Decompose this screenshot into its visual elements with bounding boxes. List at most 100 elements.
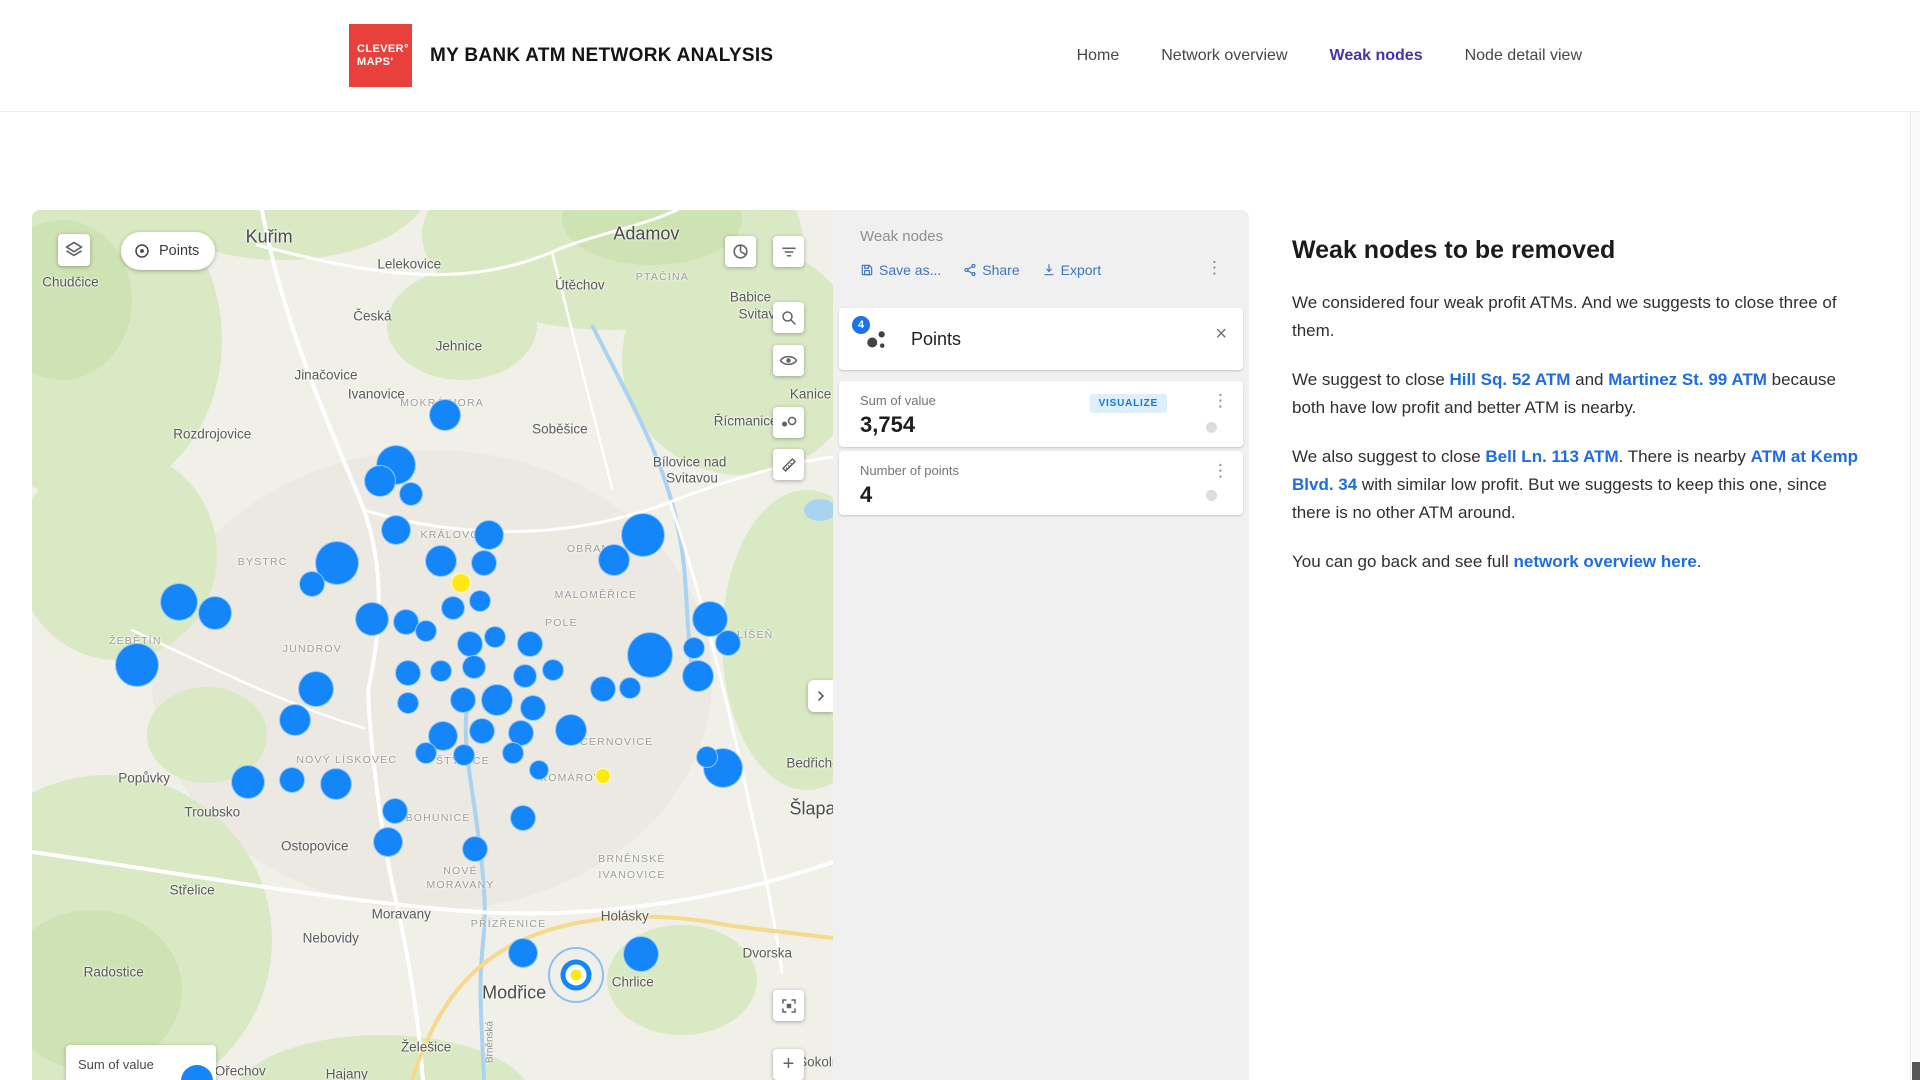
map-place-label: Adamov: [613, 224, 679, 245]
atm-bubble[interactable]: [430, 660, 452, 682]
atm-bubble[interactable]: [462, 836, 488, 862]
map-place-label: Troubsko: [184, 805, 240, 820]
atm-bubble[interactable]: [619, 677, 641, 699]
atm-bubble-weak[interactable]: [595, 768, 611, 784]
atm-bubble[interactable]: [590, 676, 616, 702]
metric-label: Sum of value: [860, 393, 1243, 408]
atm-bubble[interactable]: [621, 513, 665, 557]
atm-bubble[interactable]: [198, 596, 232, 630]
count-toggle-dot[interactable]: [1206, 490, 1217, 501]
page-scrollbar[interactable]: [1910, 112, 1920, 1080]
points-card-title: Points: [911, 308, 961, 370]
visibility-button[interactable]: [773, 345, 804, 376]
atm-bubble[interactable]: [364, 465, 396, 497]
zoom-in-button[interactable]: +: [773, 1049, 804, 1080]
atm-bubble[interactable]: [520, 695, 546, 721]
panel-menu-button[interactable]: ⋮: [1206, 260, 1223, 277]
atm-bubble[interactable]: [469, 590, 491, 612]
atm-bubble[interactable]: [415, 742, 437, 764]
atm-bubble[interactable]: [415, 620, 437, 642]
atm-bubble[interactable]: [471, 550, 497, 576]
atm-bubble[interactable]: [598, 544, 630, 576]
atm-bubble[interactable]: [529, 760, 549, 780]
map-place-label: Babice: [730, 290, 771, 305]
clevermaps-logo[interactable]: CLEVER° MAPS': [349, 24, 412, 87]
atm-bubble[interactable]: [696, 746, 718, 768]
atm-bubble[interactable]: [517, 631, 543, 657]
atm-bubble[interactable]: [555, 714, 587, 746]
share-icon: [963, 263, 977, 277]
atm-bubble[interactable]: [481, 684, 513, 716]
atm-bubble[interactable]: [373, 827, 403, 857]
article-text: with similar low profit. But we suggests…: [1292, 475, 1827, 522]
atm-bubble[interactable]: [355, 602, 389, 636]
share-button[interactable]: Share: [963, 262, 1019, 278]
atm-bubble[interactable]: [320, 768, 352, 800]
atm-bubble[interactable]: [450, 687, 476, 713]
kebab-icon: ⋮: [1206, 258, 1223, 278]
map-place-label: POLE: [545, 617, 578, 629]
atm-bubble[interactable]: [298, 671, 334, 707]
save-as-button[interactable]: Save as...: [860, 262, 941, 278]
atm-bubble[interactable]: [279, 704, 311, 736]
atm-bubble[interactable]: [399, 482, 423, 506]
atm-bubble[interactable]: [627, 632, 673, 678]
inline-link[interactable]: network overview here: [1513, 552, 1696, 571]
atm-bubble[interactable]: [115, 643, 159, 687]
atm-bubble[interactable]: [502, 742, 524, 764]
map-canvas[interactable]: KuřimAdamovModřiceŠlapaniceChudčiceLelek…: [32, 210, 833, 1080]
scrollbar-thumb[interactable]: [1912, 1062, 1920, 1080]
nav-item-weak-nodes[interactable]: Weak nodes: [1330, 47, 1423, 65]
inline-link[interactable]: Bell Ln. 113 ATM: [1485, 447, 1618, 466]
layers-button[interactable]: [58, 234, 90, 266]
inline-link[interactable]: Hill Sq. 52 ATM: [1450, 370, 1571, 389]
atm-bubble[interactable]: [457, 631, 483, 657]
close-points-card-button[interactable]: ×: [1215, 324, 1227, 344]
atm-bubble[interactable]: [441, 596, 465, 620]
atm-bubble[interactable]: [231, 765, 265, 799]
search-button[interactable]: [773, 302, 804, 333]
expand-panel-button[interactable]: [808, 680, 833, 712]
atm-bubble[interactable]: [682, 660, 714, 692]
atm-bubble[interactable]: [623, 936, 659, 972]
article-text: You can go back and see full: [1292, 552, 1513, 571]
atm-bubble[interactable]: [508, 938, 538, 968]
measure-button[interactable]: [773, 449, 804, 480]
atm-bubble[interactable]: [469, 718, 495, 744]
map-place-label: Bedřichovice: [786, 756, 833, 771]
atm-bubble[interactable]: [160, 583, 198, 621]
sum-menu-button[interactable]: ⋮: [1212, 393, 1229, 410]
atm-bubble[interactable]: [513, 664, 537, 688]
chart-button[interactable]: [725, 236, 756, 267]
atm-bubble[interactable]: [425, 545, 457, 577]
atm-bubble-weak[interactable]: [451, 573, 471, 593]
atm-bubble[interactable]: [542, 659, 564, 681]
atm-bubble[interactable]: [279, 767, 305, 793]
atm-bubble[interactable]: [453, 744, 475, 766]
count-menu-button[interactable]: ⋮: [1212, 463, 1229, 480]
filter-button[interactable]: [773, 236, 804, 267]
atm-bubble[interactable]: [429, 399, 461, 431]
atm-bubble[interactable]: [715, 630, 741, 656]
article-text: We suggest to close: [1292, 370, 1450, 389]
points-layer-pill[interactable]: Points: [121, 232, 215, 270]
atm-bubble[interactable]: [510, 805, 536, 831]
atm-bubble[interactable]: [397, 692, 419, 714]
atm-bubble[interactable]: [683, 637, 705, 659]
nav-item-network-overview[interactable]: Network overview: [1161, 47, 1287, 65]
atm-bubble[interactable]: [395, 660, 421, 686]
inline-link[interactable]: Martinez St. 99 ATM: [1608, 370, 1767, 389]
nav-item-home[interactable]: Home: [1077, 47, 1120, 65]
atm-bubble[interactable]: [382, 798, 408, 824]
atm-bubble[interactable]: [381, 515, 411, 545]
nav-item-node-detail-view[interactable]: Node detail view: [1465, 47, 1582, 65]
point-style-button[interactable]: [773, 407, 804, 438]
export-button[interactable]: Export: [1042, 262, 1101, 278]
sum-toggle-dot[interactable]: [1206, 422, 1217, 433]
screenshot-button[interactable]: [773, 990, 804, 1021]
atm-bubble[interactable]: [462, 655, 486, 679]
visualize-chip[interactable]: VISUALIZE: [1090, 394, 1167, 413]
atm-bubble[interactable]: [474, 520, 504, 550]
atm-bubble[interactable]: [484, 626, 506, 648]
atm-bubble[interactable]: [299, 571, 325, 597]
